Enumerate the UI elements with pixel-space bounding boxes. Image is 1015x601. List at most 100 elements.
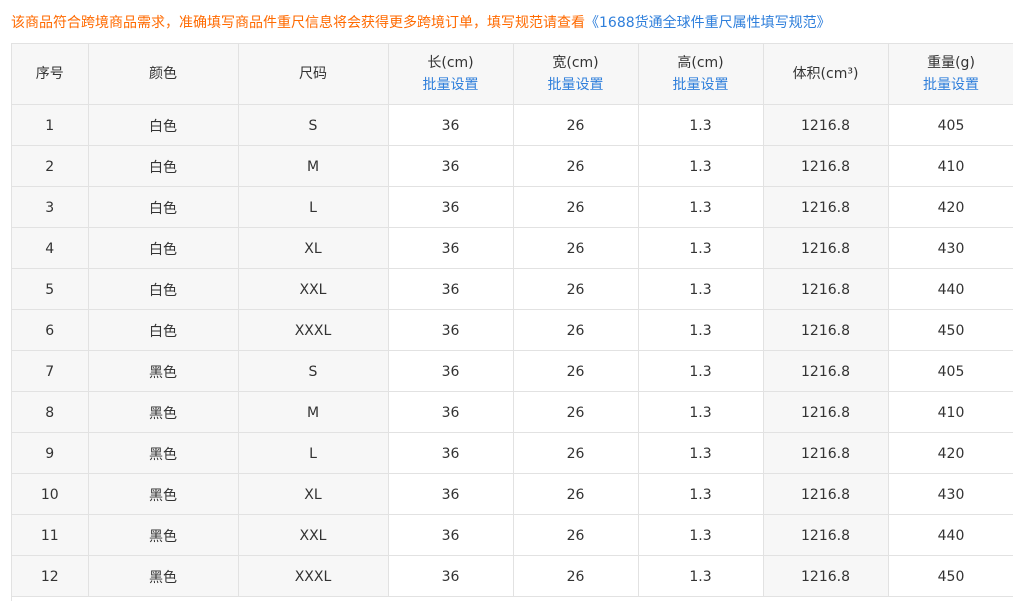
cell-length-input[interactable]: 36	[388, 432, 514, 474]
cell-width-input[interactable]: 26	[513, 514, 639, 556]
cell-index-value: 1	[45, 118, 55, 134]
spec-guide-link[interactable]: 《1688货通全球件重尺属性填写规范》	[585, 15, 831, 31]
cell-color: 白色	[88, 268, 239, 310]
cell-length-input[interactable]: 36	[388, 473, 514, 515]
cell-color-value: 黑色	[149, 406, 177, 422]
cell-weight-input[interactable]: 430	[888, 227, 1013, 269]
cell-weight-input[interactable]: 440	[888, 268, 1013, 310]
table-row: 6 白色 XXXL 36 26 1.3 1216.8 450	[12, 309, 1013, 351]
table-row: 12 黑色 XXXL 36 26 1.3 1216.8 450	[12, 555, 1013, 597]
header-color: 颜色	[88, 44, 239, 105]
cell-width-input[interactable]: 26	[513, 432, 639, 474]
cell-size: XXL	[238, 268, 389, 310]
cell-weight-input[interactable]: 410	[888, 391, 1013, 433]
cell-length-input[interactable]: 36	[388, 268, 514, 310]
cell-height-input[interactable]: 1.3	[638, 309, 764, 351]
cell-volume: 1216.8	[763, 227, 889, 269]
cell-index: 3	[12, 186, 89, 228]
cell-index: 10	[12, 473, 89, 515]
cell-weight-input-value: 405	[937, 364, 965, 380]
cell-weight-input-value: 405	[937, 118, 965, 134]
cell-volume: 1216.8	[763, 309, 889, 351]
cell-width-input[interactable]: 26	[513, 227, 639, 269]
cell-length-input[interactable]: 36	[388, 514, 514, 556]
cell-width-input[interactable]: 26	[513, 309, 639, 351]
cell-width-input[interactable]: 26	[513, 473, 639, 515]
cell-length-input-value: 36	[441, 200, 460, 216]
cell-length-input-value: 36	[441, 446, 460, 462]
cell-height-input-value: 1.3	[689, 323, 712, 339]
cell-color-value: 黑色	[149, 447, 177, 463]
cell-weight-input[interactable]: 420	[888, 186, 1013, 228]
cell-weight-input[interactable]: 410	[888, 145, 1013, 187]
cell-volume: 1216.8	[763, 186, 889, 228]
cell-size-value: XL	[304, 241, 322, 257]
cell-length-input-value: 36	[441, 159, 460, 175]
cell-volume-value: 1216.8	[801, 405, 850, 421]
cell-weight-input-value: 440	[937, 528, 965, 544]
notice-text: 该商品符合跨境商品需求，准确填写商品件重尺信息将会获得更多跨境订单，填写规范请查…	[11, 15, 585, 31]
cell-color: 黑色	[88, 432, 239, 474]
cell-index-value: 4	[45, 241, 55, 257]
cell-height-input[interactable]: 1.3	[638, 186, 764, 228]
cell-index: 7	[12, 350, 89, 392]
cell-height-input[interactable]: 1.3	[638, 227, 764, 269]
cell-size: S	[238, 350, 389, 392]
batch-set-width-link[interactable]: 批量设置	[514, 74, 638, 96]
cell-height-input[interactable]: 1.3	[638, 145, 764, 187]
cell-index-value: 8	[45, 405, 55, 421]
cell-height-input[interactable]: 1.3	[638, 555, 764, 597]
batch-set-height-link[interactable]: 批量设置	[639, 74, 763, 96]
cell-height-input[interactable]: 1.3	[638, 432, 764, 474]
table-row: 9 黑色 L 36 26 1.3 1216.8 420	[12, 432, 1013, 474]
cell-weight-input[interactable]: 450	[888, 309, 1013, 351]
cell-height-input[interactable]: 1.3	[638, 350, 764, 392]
cell-color-value: 黑色	[149, 488, 177, 504]
cell-index: 5	[12, 268, 89, 310]
cell-width-input[interactable]: 26	[513, 186, 639, 228]
cell-length-input[interactable]: 36	[388, 186, 514, 228]
cell-size-value: L	[309, 446, 317, 462]
cell-width-input[interactable]: 26	[513, 268, 639, 310]
cell-width-input[interactable]: 26	[513, 391, 639, 433]
cell-weight-input[interactable]: 420	[888, 432, 1013, 474]
cell-color: 黑色	[88, 555, 239, 597]
cell-width-input[interactable]: 26	[513, 555, 639, 597]
cell-length-input[interactable]: 36	[388, 350, 514, 392]
cell-weight-input[interactable]: 405	[888, 350, 1013, 392]
cell-weight-input[interactable]: 405	[888, 104, 1013, 146]
cell-length-input[interactable]: 36	[388, 104, 514, 146]
cell-width-input-value: 26	[566, 241, 585, 257]
cell-width-input[interactable]: 26	[513, 350, 639, 392]
cell-color-value: 黑色	[149, 365, 177, 381]
cell-length-input[interactable]: 36	[388, 309, 514, 351]
cell-height-input[interactable]: 1.3	[638, 514, 764, 556]
cell-height-input[interactable]: 1.3	[638, 391, 764, 433]
header-weight-label: 重量(g)	[927, 55, 975, 71]
cell-width-input[interactable]: 26	[513, 145, 639, 187]
cell-color-value: 白色	[149, 160, 177, 176]
cell-length-input[interactable]: 36	[388, 391, 514, 433]
cell-height-input[interactable]: 1.3	[638, 473, 764, 515]
cell-length-input[interactable]: 36	[388, 555, 514, 597]
cell-volume-value: 1216.8	[801, 118, 850, 134]
batch-set-length-link[interactable]: 批量设置	[389, 74, 513, 96]
cell-length-input[interactable]: 36	[388, 145, 514, 187]
weight-size-table-container: 序号 颜色 尺码 长(cm) 批量设置 宽(cm) 批量设置 高(cm) 批量设…	[11, 43, 1013, 601]
cell-height-input[interactable]: 1.3	[638, 268, 764, 310]
cell-height-input[interactable]: 1.3	[638, 104, 764, 146]
batch-set-weight-link[interactable]: 批量设置	[889, 74, 1014, 96]
cell-size-value: S	[308, 118, 318, 134]
cell-length-input-value: 36	[441, 118, 460, 134]
cell-weight-input[interactable]: 430	[888, 473, 1013, 515]
cell-size: XL	[238, 227, 389, 269]
cell-weight-input[interactable]: 450	[888, 555, 1013, 597]
cell-width-input[interactable]: 26	[513, 104, 639, 146]
cell-length-input[interactable]: 36	[388, 227, 514, 269]
cell-weight-input[interactable]: 440	[888, 514, 1013, 556]
cell-weight-input-value: 410	[937, 405, 965, 421]
header-size: 尺码	[238, 44, 389, 105]
cell-height-input-value: 1.3	[689, 364, 712, 380]
cell-size-value: S	[308, 364, 318, 380]
table-row: 10 黑色 XL 36 26 1.3 1216.8 430	[12, 473, 1013, 515]
